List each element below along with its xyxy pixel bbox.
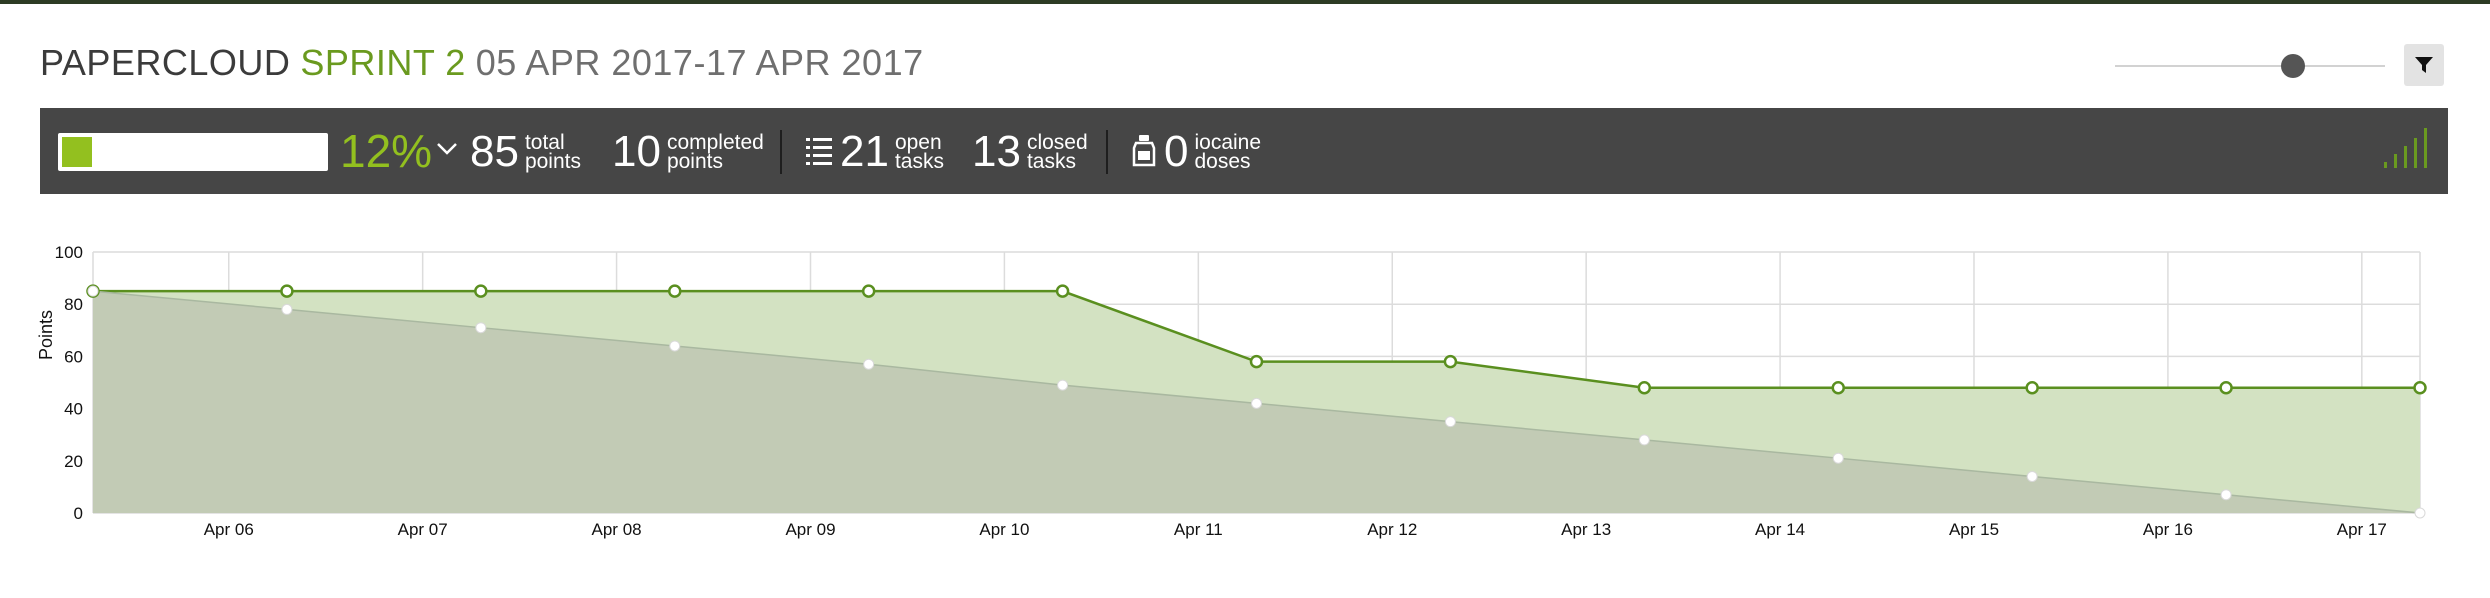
total-points-value: 85 — [470, 127, 519, 176]
sprint-dates: 05 APR 2017-17 APR 2017 — [475, 42, 924, 83]
closed-tasks-value: 13 — [972, 127, 1021, 176]
closed-tasks-label: closed tasks — [1026, 131, 1088, 173]
data-point-remaining — [668, 284, 682, 298]
task-list-icon — [806, 138, 832, 165]
x-tick-label: Apr 14 — [1755, 520, 1805, 539]
progress-bar — [58, 133, 328, 171]
graph-toggle-icon[interactable] — [2382, 126, 2430, 170]
x-tick-label: Apr 17 — [2337, 520, 2387, 539]
data-point-ideal — [2026, 470, 2038, 482]
total-points-label: total points — [524, 131, 581, 173]
x-tick-label: Apr 06 — [204, 520, 254, 539]
iocaine-bottle-icon — [1132, 135, 1156, 167]
data-point-ideal — [1057, 379, 1069, 391]
y-axis-ticks: 0 20 40 60 80 100 — [55, 243, 83, 523]
data-point-remaining — [1055, 284, 1070, 298]
data-point-remaining — [1637, 380, 1652, 395]
slider-track — [2115, 65, 2385, 67]
filter-button[interactable] — [2404, 44, 2444, 86]
total-points-stat: 85 total points — [470, 128, 581, 176]
completed-points-stat: 10 completed points — [612, 128, 764, 176]
data-point-remaining — [1249, 354, 1264, 369]
sprint-summary-bar: 12% 85 total points 10 completed points 21… — [40, 108, 2448, 194]
data-point-ideal — [863, 358, 875, 370]
slider-thumb[interactable] — [2281, 54, 2306, 78]
data-point-remaining — [2219, 380, 2233, 395]
y-tick-label: 60 — [64, 347, 83, 366]
data-point-ideal — [669, 340, 681, 352]
data-point-ideal — [1832, 452, 1844, 464]
data-point-ideal — [1251, 397, 1262, 409]
y-tick-label: 0 — [74, 504, 83, 523]
data-point-ideal — [1638, 434, 1650, 446]
y-tick-label: 40 — [64, 400, 83, 419]
iocaine-stat: 0 iocaine doses — [1164, 128, 1261, 176]
sprint-name[interactable]: SPRINT 2 — [300, 42, 465, 84]
completed-points-value: 10 — [612, 127, 661, 176]
data-point-remaining — [2413, 380, 2427, 395]
iocaine-value: 0 — [1164, 127, 1189, 176]
closed-tasks-stat: 13 closed tasks — [972, 128, 1088, 176]
x-tick-label: Apr 16 — [2143, 520, 2193, 539]
open-tasks-value: 21 — [840, 127, 889, 176]
data-point-remaining — [1443, 354, 1458, 369]
x-tick-label: Apr 13 — [1561, 520, 1611, 539]
data-point-remaining — [2025, 380, 2039, 395]
data-point-ideal — [475, 322, 487, 334]
project-name: PAPERCLOUD — [40, 42, 291, 83]
x-tick-label: Apr 08 — [592, 520, 642, 539]
data-point-ideal — [2220, 489, 2232, 501]
top-border — [0, 0, 2490, 4]
funnel-icon — [2415, 57, 2433, 73]
data-point-ideal — [1444, 416, 1456, 428]
y-tick-label: 20 — [64, 452, 83, 471]
iocaine-label: iocaine doses — [1194, 131, 1262, 173]
progress-percent: 12% — [340, 125, 433, 177]
chevron-down-icon[interactable] — [436, 142, 458, 156]
data-point-ideal — [2414, 507, 2426, 519]
data-point-remaining — [1831, 380, 1845, 395]
completed-points-label: completed points — [666, 131, 764, 173]
x-tick-label: Apr 09 — [785, 520, 835, 539]
x-tick-label: Apr 15 — [1949, 520, 1999, 539]
x-axis-ticks: Apr 06 Apr 07 Apr 08 Apr 09 Apr 10 Apr 11 Apr … — [204, 520, 2387, 539]
y-tick-label: 100 — [55, 243, 83, 262]
open-tasks-label: open tasks — [894, 131, 944, 173]
zoom-slider[interactable] — [2115, 54, 2385, 78]
data-point-ideal — [87, 285, 99, 297]
burndown-chart: 020406080100 Apr 06 Apr 07 Apr 08 Apr 09 Apr… — [36, 243, 2427, 539]
x-tick-label: Apr 11 — [1174, 520, 1223, 539]
x-tick-label: Apr 10 — [979, 520, 1029, 539]
data-point-remaining — [474, 284, 488, 298]
divider — [780, 130, 782, 174]
data-point-ideal — [281, 303, 293, 315]
x-tick-label: Apr 07 — [398, 520, 448, 539]
data-point-remaining — [861, 284, 876, 298]
divider — [1106, 130, 1108, 174]
open-tasks-stat: 21 open tasks — [840, 128, 944, 176]
progress-bar-fill — [62, 137, 92, 167]
x-tick-label: Apr 12 — [1367, 520, 1417, 539]
data-point-remaining — [280, 284, 294, 298]
y-tick-label: 80 — [64, 295, 83, 314]
y-axis-label: Points — [36, 310, 56, 360]
page-title: PAPERCLOUD SPRINT 2 05 APR 2017-17 APR 2… — [40, 38, 924, 88]
